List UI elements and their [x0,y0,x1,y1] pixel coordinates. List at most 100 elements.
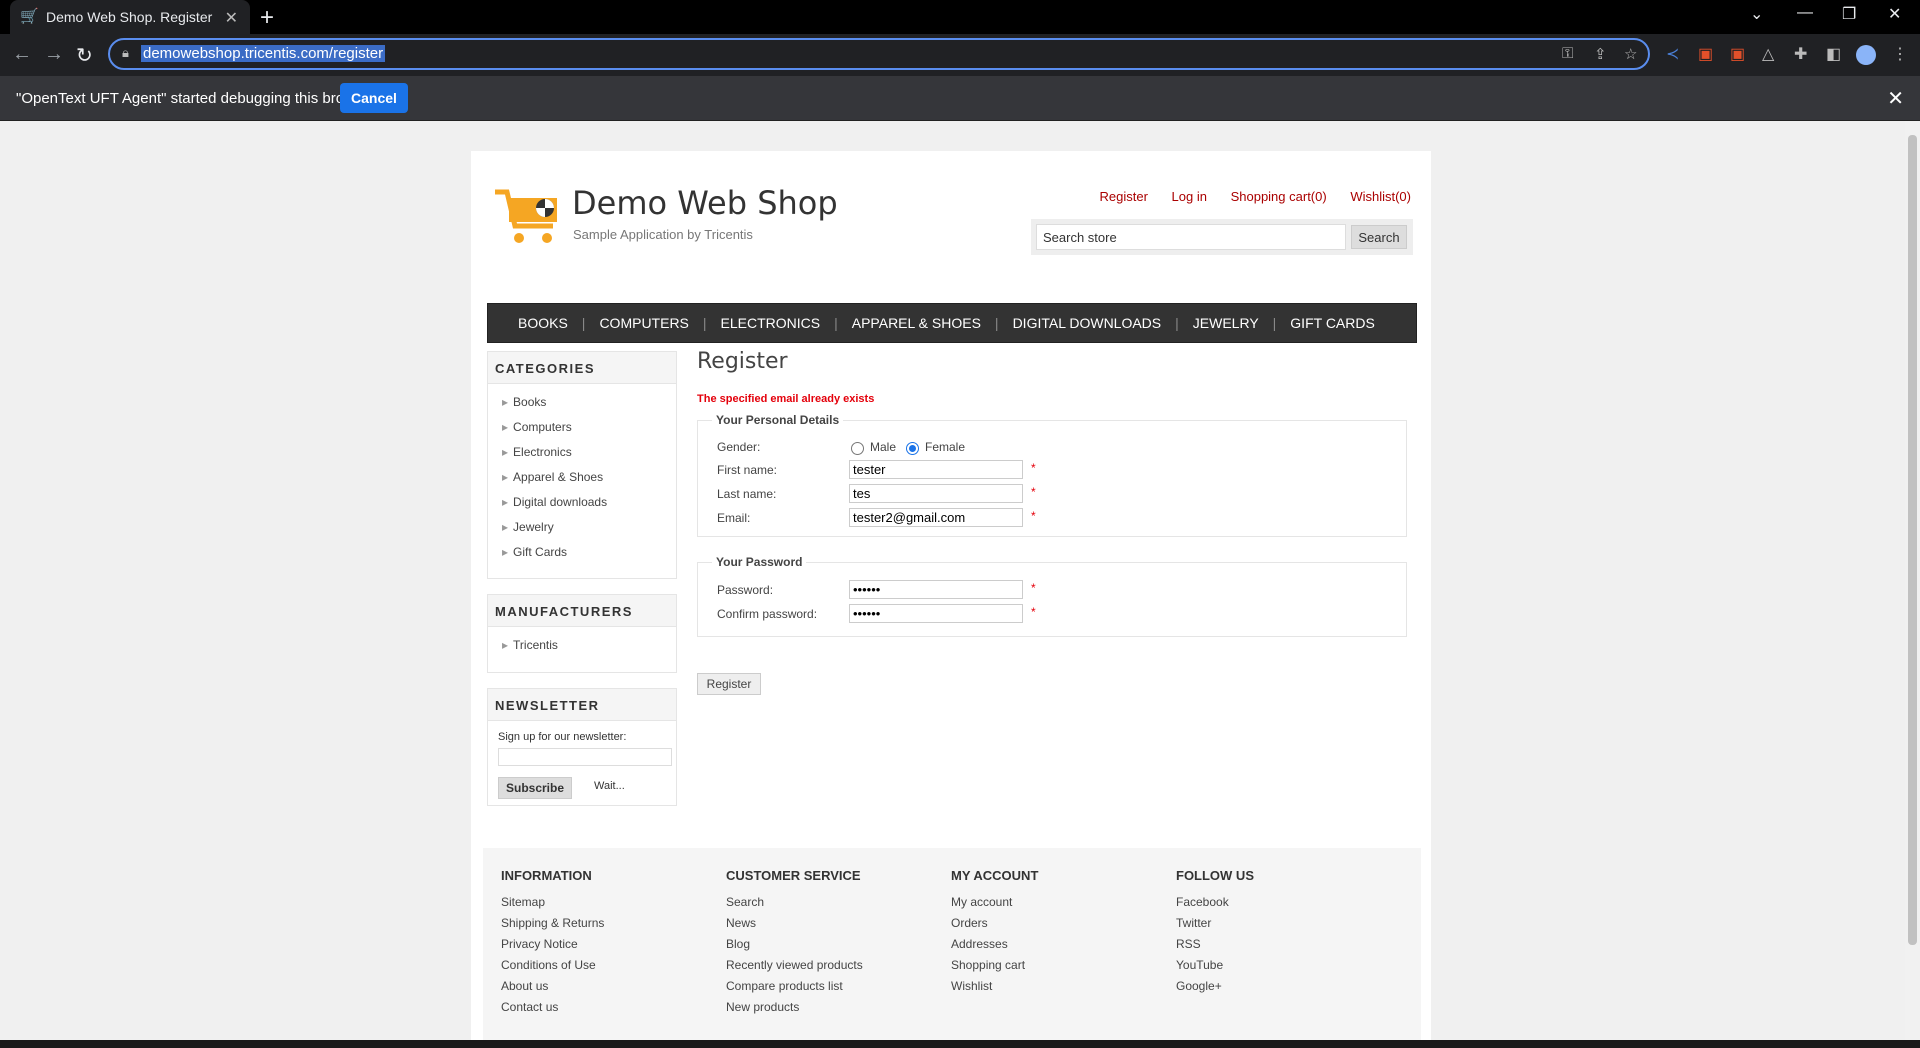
lock-icon: 🔒︎ [122,45,129,60]
menu-item-electronics[interactable]: ELECTRONICS [707,315,835,331]
footer-link[interactable]: Search [726,895,926,916]
page-title: Register [697,349,788,374]
footer-link[interactable]: Blog [726,937,926,958]
category-link-gift-cards[interactable]: Gift Cards [502,542,676,567]
menu-item-books[interactable]: BOOKS [504,315,582,331]
register-link[interactable]: Register [1099,189,1147,204]
tab-search-icon[interactable]: ⌄ [1750,4,1763,24]
reload-icon[interactable]: ↻ [76,43,93,68]
shopping-cart-link[interactable]: Shopping cart(0) [1231,189,1327,204]
newsletter-wait-text: Wait... [594,780,625,792]
footer-link[interactable]: Twitter [1176,916,1376,937]
page-scrollbar[interactable] [1905,121,1920,1040]
manufacturer-link-tricentis[interactable]: Tricentis [502,635,676,660]
footer-link[interactable]: Contact us [501,1000,701,1021]
footer-heading: MY ACCOUNT [951,868,1039,883]
female-label[interactable]: Female [925,440,965,454]
newsletter-block: NEWSLETTER Sign up for our newsletter: S… [487,688,677,806]
category-link-electronics[interactable]: Electronics [502,442,676,467]
menu-icon[interactable]: ⋮ [1892,44,1908,64]
footer: INFORMATION Sitemap Shipping & Returns Priv… [483,848,1421,1040]
email-input[interactable]: tester2@gmail.com [849,508,1023,527]
extension-icon[interactable]: ▣ [1698,44,1713,64]
menu-item-apparel-shoes[interactable]: APPAREL & SHOES [838,315,995,331]
back-icon[interactable]: ← [12,43,32,66]
search-input[interactable] [1036,224,1346,250]
drive-icon[interactable]: △ [1762,44,1774,64]
footer-link[interactable]: Orders [951,916,1151,937]
confirm-password-input[interactable]: •••••• [849,604,1023,623]
footer-link[interactable]: Shipping & Returns [501,916,701,937]
top-menu: BOOKS | COMPUTERS | ELECTRONICS | APPAREL & SH… [487,303,1417,343]
browser-tab[interactable]: 🛒 Demo Web Shop. Register ✕ [10,0,250,34]
page-viewport: Demo Web Shop Sample Application by Tric… [0,121,1905,1040]
password-legend: Your Password [716,555,803,569]
footer-link[interactable]: Conditions of Use [501,958,701,979]
key-icon[interactable]: ⚿ [1562,45,1573,62]
avatar[interactable] [1856,45,1876,65]
cart-logo-icon [495,189,557,243]
new-tab-icon[interactable]: + [260,4,274,32]
footer-link[interactable]: Facebook [1176,895,1376,916]
footer-link[interactable]: Wishlist [951,979,1151,1000]
login-link[interactable]: Log in [1172,189,1207,204]
footer-link[interactable]: News [726,916,926,937]
register-button[interactable]: Register [697,673,761,695]
required-marker: * [1031,461,1036,475]
male-radio[interactable] [851,442,864,455]
male-label[interactable]: Male [870,440,896,454]
share-icon[interactable]: ⇪ [1594,45,1607,63]
bookmark-star-icon[interactable]: ☆ [1624,45,1637,63]
url-text[interactable]: demowebshop.tricentis.com/register [141,45,386,62]
sidepanel-icon[interactable]: ◧ [1826,44,1841,64]
footer-link[interactable]: YouTube [1176,958,1376,979]
close-tab-icon[interactable]: ✕ [225,8,238,28]
menu-item-jewelry[interactable]: JEWELRY [1179,315,1273,331]
categories-list: BooksComputersElectronicsApparel & Shoes… [488,384,676,575]
footer-link[interactable]: Google+ [1176,979,1376,1000]
footer-link[interactable]: New products [726,1000,926,1021]
password-input[interactable]: •••••• [849,580,1023,599]
footer-link[interactable]: Addresses [951,937,1151,958]
puzzle-icon[interactable]: ✚ [1794,44,1807,64]
address-bar[interactable]: 🔒︎ demowebshop.tricentis.com/register ⚿ … [108,38,1650,70]
footer-link[interactable]: Privacy Notice [501,937,701,958]
menu-item-digital-downloads[interactable]: DIGITAL DOWNLOADS [999,315,1176,331]
menu-item-computers[interactable]: COMPUTERS [585,315,702,331]
last-name-input[interactable]: tes [849,484,1023,503]
close-window-icon[interactable]: ✕ [1888,4,1901,24]
cancel-button[interactable]: Cancel [340,83,408,113]
extension-icon[interactable]: ▣ [1730,44,1745,64]
category-link-jewelry[interactable]: Jewelry [502,517,676,542]
category-link-digital-downloads[interactable]: Digital downloads [502,492,676,517]
scrollbar-thumb[interactable] [1908,135,1917,945]
extension-icon[interactable]: ≺ [1666,44,1679,64]
category-link-apparel-shoes[interactable]: Apparel & Shoes [502,467,676,492]
subscribe-button[interactable]: Subscribe [498,777,572,799]
female-radio[interactable] [906,442,919,455]
first-name-input[interactable]: tester [849,460,1023,479]
site-name[interactable]: Demo Web Shop [572,184,838,222]
footer-link[interactable]: RSS [1176,937,1376,958]
footer-link[interactable]: Sitemap [501,895,701,916]
footer-link[interactable]: About us [501,979,701,1000]
footer-follow-us: FOLLOW US Facebook Twitter RSS YouTube Google… [1176,868,1376,1000]
browser-toolbar: ← → ↻ 🔒︎ demowebshop.tricentis.com/regis… [0,34,1920,76]
footer-link[interactable]: My account [951,895,1151,916]
newsletter-email-input[interactable] [498,748,672,766]
category-link-computers[interactable]: Computers [502,417,676,442]
footer-link[interactable]: Recently viewed products [726,958,926,979]
footer-link[interactable]: Shopping cart [951,958,1151,979]
minimize-icon[interactable]: — [1797,4,1813,22]
newsletter-text: Sign up for our newsletter: [498,731,627,743]
restore-icon[interactable]: ❐ [1842,4,1856,24]
tab-strip: 🛒 Demo Web Shop. Register ✕ + ⌄ — ❐ ✕ [0,0,1920,34]
category-link-books[interactable]: Books [502,392,676,417]
forward-icon[interactable]: → [44,43,64,66]
wishlist-link[interactable]: Wishlist(0) [1350,189,1411,204]
required-marker: * [1031,509,1036,523]
search-button[interactable]: Search [1351,225,1407,249]
footer-link[interactable]: Compare products list [726,979,926,1000]
menu-item-gift-cards[interactable]: GIFT CARDS [1276,315,1389,331]
close-infobar-icon[interactable]: ✕ [1887,86,1904,111]
